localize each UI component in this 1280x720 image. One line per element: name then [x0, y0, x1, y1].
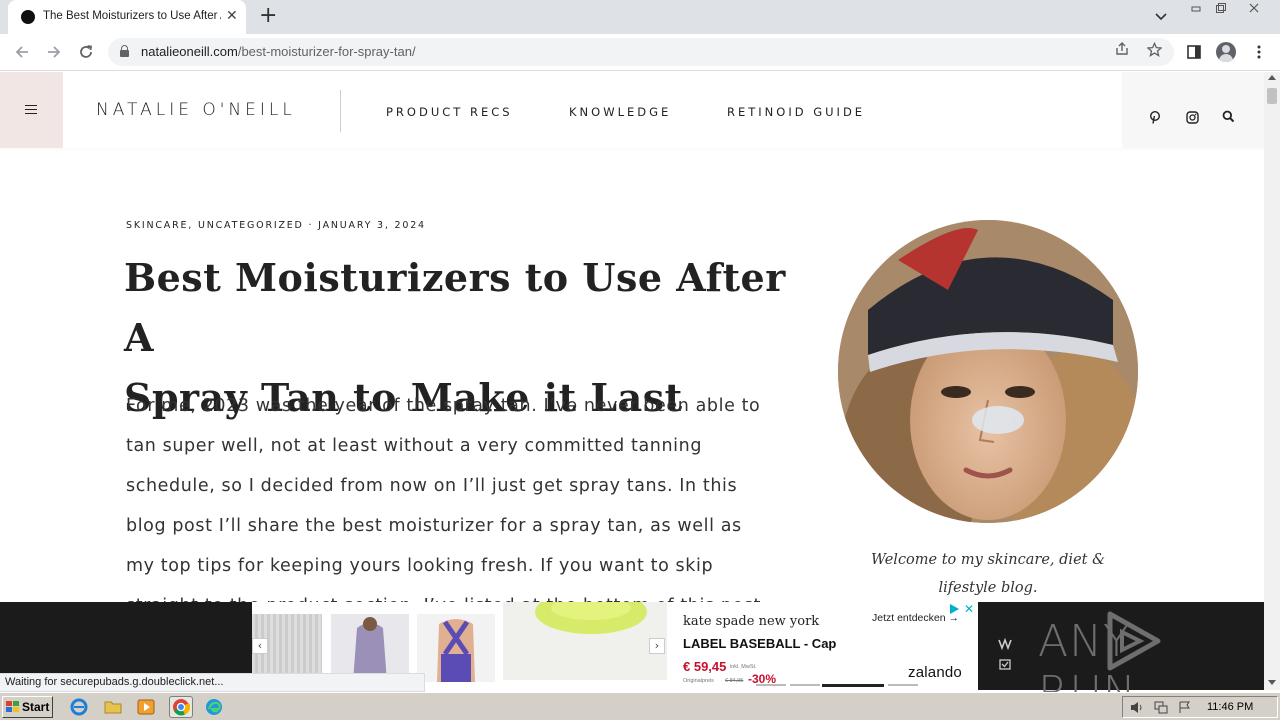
- system-tray: 11:46 PM: [1122, 696, 1278, 718]
- bookmark-star-icon[interactable]: [1144, 41, 1164, 62]
- ad-original-price: € 84,95: [725, 678, 744, 684]
- hamburger-icon: [25, 105, 37, 114]
- page-viewport: NATALIE O'NEILL PRODUCT RECS KNOWLEDGE R…: [0, 72, 1264, 690]
- ad-prev-button[interactable]: ‹: [252, 638, 268, 654]
- scroll-up-icon[interactable]: [1268, 75, 1276, 80]
- ad-original-label: Originalpreis: [683, 678, 714, 684]
- windows-logo-icon: [6, 701, 19, 713]
- header-social: [1122, 72, 1264, 148]
- welcome-line: Welcome to my skincare, diet &: [871, 552, 1105, 568]
- arrow-right-icon: [48, 46, 61, 58]
- search-icon[interactable]: [1221, 110, 1235, 124]
- ie-icon[interactable]: [70, 698, 88, 716]
- taskbar: Start 11:46 PM: [0, 692, 1280, 720]
- instagram-icon[interactable]: [1185, 111, 1199, 125]
- ad-discount: -30%: [748, 672, 777, 686]
- ad-product-name[interactable]: LABEL BASEBALL - Cap: [683, 636, 836, 651]
- body-line: schedule, so I decided from now on I’ll …: [126, 476, 738, 496]
- scroll-thumb[interactable]: [1267, 88, 1277, 104]
- back-button[interactable]: [10, 40, 34, 64]
- tab-title: The Best Moisturizers to Use After A Spr…: [43, 10, 221, 22]
- anyrun-play-icon: [1107, 611, 1161, 671]
- page-scrollbar[interactable]: [1264, 72, 1280, 690]
- ad-choices-icon[interactable]: [948, 603, 960, 615]
- restore-icon: [1216, 3, 1226, 13]
- chrome-icon[interactable]: [169, 696, 193, 718]
- lock-icon: [120, 45, 129, 57]
- reload-icon: [80, 45, 93, 58]
- tab-strip: The Best Moisturizers to Use After A Spr…: [0, 0, 1280, 34]
- arrow-left-icon: [15, 46, 28, 58]
- side-panel-icon[interactable]: [1183, 41, 1205, 63]
- site-header: NATALIE O'NEILL PRODUCT RECS KNOWLEDGE R…: [0, 72, 1264, 148]
- ad-product-image[interactable]: [417, 614, 495, 682]
- menu-toggle-button[interactable]: [0, 72, 63, 148]
- profile-avatar-icon: [1216, 42, 1236, 62]
- network-icon[interactable]: [1154, 701, 1168, 714]
- media-player-icon[interactable]: [137, 698, 155, 716]
- ad-product-image[interactable]: [331, 614, 409, 682]
- header-divider: [340, 90, 341, 132]
- menu-kebab-icon[interactable]: [1248, 41, 1270, 63]
- edge-icon[interactable]: [205, 698, 223, 716]
- title-line-1: Best Moisturizers to Use After A: [124, 255, 786, 360]
- ad-cta-link[interactable]: Jetzt entdecken →: [872, 612, 959, 624]
- ad-advertiser-logo[interactable]: zalando: [908, 664, 962, 681]
- start-button[interactable]: Start: [2, 696, 53, 718]
- volume-icon[interactable]: [1130, 701, 1144, 714]
- author-avatar: [838, 220, 1138, 523]
- minimize-button[interactable]: [1186, 2, 1206, 16]
- scroll-down-icon[interactable]: [1268, 680, 1276, 685]
- status-bubble: Waiting for securepubads.g.doubleclick.n…: [0, 673, 425, 692]
- site-logo[interactable]: NATALIE O'NEILL: [96, 100, 296, 120]
- flag-icon[interactable]: [1178, 701, 1192, 714]
- browser-toolbar: natalieoneill.com/best-moisturizer-for-s…: [0, 34, 1280, 71]
- close-window-button[interactable]: [1244, 2, 1264, 16]
- folder-icon[interactable]: [104, 698, 122, 716]
- post-meta: SKINCARE, UNCATEGORIZED · JANUARY 3, 202…: [126, 220, 426, 231]
- restore-button[interactable]: [1211, 2, 1231, 16]
- tab-search-chevron-icon[interactable]: [1155, 13, 1167, 21]
- forward-button[interactable]: [42, 40, 66, 64]
- new-tab-button[interactable]: +: [259, 4, 277, 28]
- ad-network-icon: [998, 637, 1018, 673]
- ad-product-image[interactable]: [503, 602, 667, 680]
- nav-knowledge[interactable]: KNOWLEDGE: [569, 105, 671, 119]
- nav-retinoid-guide[interactable]: RETINOID GUIDE: [727, 105, 865, 119]
- url-text[interactable]: natalieoneill.com/best-moisturizer-for-s…: [141, 44, 416, 59]
- body-line: For me, 2023 was the year of the spray t…: [126, 396, 761, 416]
- ad-close-icon[interactable]: ✕: [962, 602, 976, 616]
- body-line: tan super well, not at least without a v…: [126, 436, 703, 456]
- ad-next-button[interactable]: ›: [649, 638, 665, 654]
- favicon-icon: [21, 10, 35, 24]
- welcome-line: lifestyle blog.: [938, 580, 1038, 596]
- sidebar-welcome: Welcome to my skincare, diet & lifestyle…: [860, 546, 1116, 602]
- reload-button[interactable]: [74, 40, 98, 64]
- nav-product-recs[interactable]: PRODUCT RECS: [386, 105, 513, 119]
- ad-vat-note: inkl. MwSt.: [730, 664, 757, 670]
- share-icon[interactable]: [1112, 42, 1132, 62]
- browser-tab[interactable]: The Best Moisturizers to Use After A Spr…: [8, 0, 246, 34]
- profile-button[interactable]: [1215, 41, 1237, 63]
- body-line: my top tips for keeping yours looking fr…: [126, 556, 714, 576]
- start-label: Start: [22, 700, 50, 714]
- ad-price: € 59,45: [683, 659, 727, 674]
- tab-close-icon[interactable]: ✕: [226, 8, 238, 24]
- address-bar[interactable]: natalieoneill.com/best-moisturizer-for-s…: [108, 38, 1174, 66]
- ad-brand[interactable]: kate spade new york: [683, 614, 819, 629]
- minimize-icon: [1191, 6, 1201, 12]
- close-icon: [1249, 3, 1259, 13]
- body-line: blog post I’ll share the best moisturize…: [126, 516, 742, 536]
- pinterest-icon[interactable]: [1148, 110, 1162, 125]
- clock: 11:46 PM: [1207, 701, 1254, 713]
- post-body: For me, 2023 was the year of the spray t…: [126, 386, 816, 626]
